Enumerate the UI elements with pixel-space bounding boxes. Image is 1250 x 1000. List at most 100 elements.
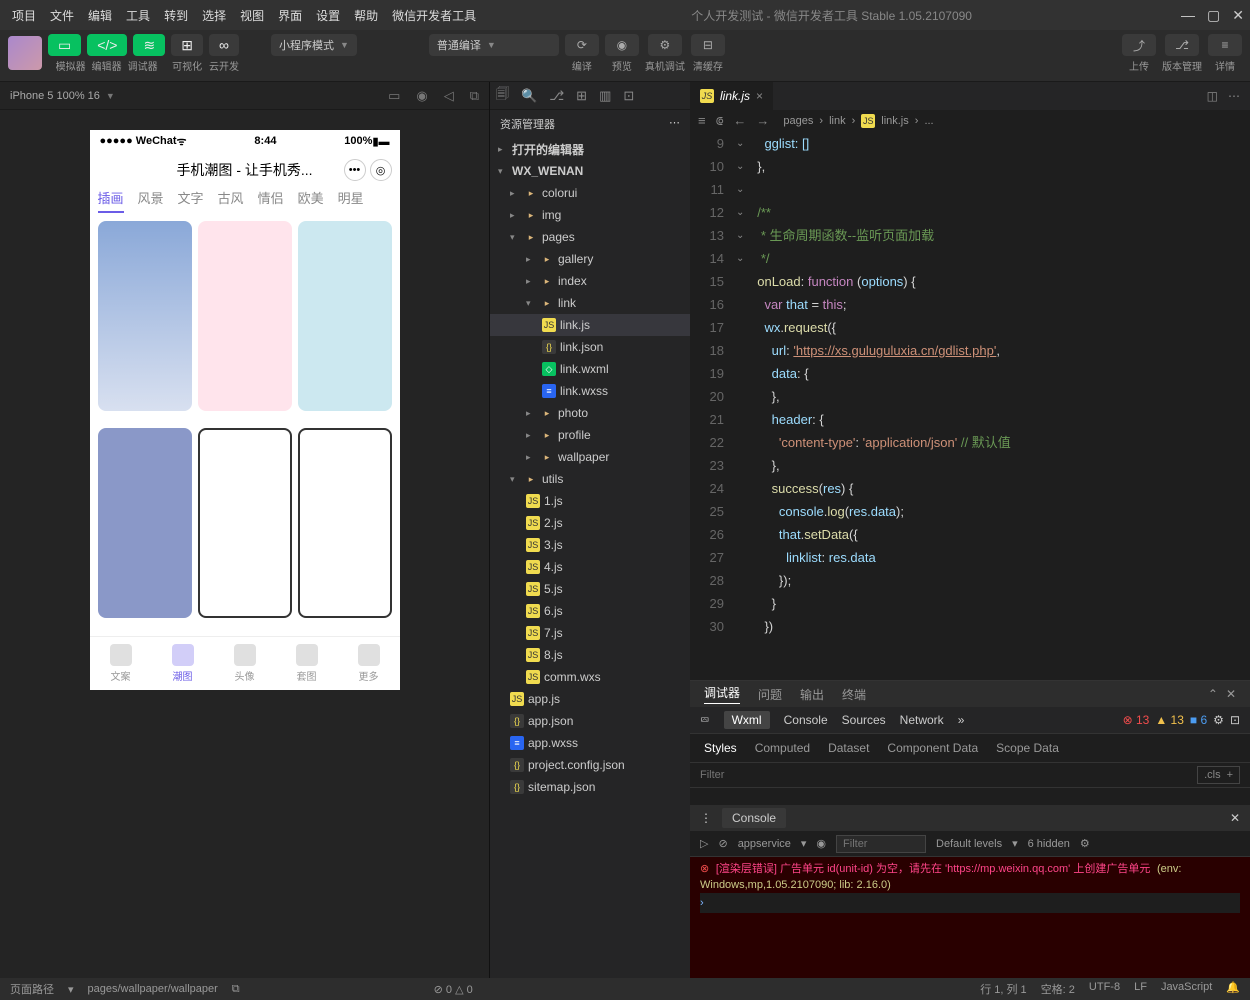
tab-compdata[interactable]: Component Data	[887, 741, 978, 755]
editor-tab-linkjs[interactable]: JSlink.js×	[690, 82, 773, 110]
wallpaper-thumb[interactable]	[298, 221, 392, 411]
tab-star[interactable]: 明星	[338, 188, 364, 213]
file-sitemap-json[interactable]: {}sitemap.json	[490, 776, 690, 798]
menu-edit[interactable]: 编辑	[82, 3, 118, 28]
eol[interactable]: LF	[1134, 981, 1147, 997]
file-link-json[interactable]: {}link.json	[490, 336, 690, 358]
crumb[interactable]: ...	[924, 115, 933, 127]
editor-button[interactable]: </>	[87, 34, 127, 56]
screenshot-icon[interactable]: ⧉	[470, 88, 479, 104]
device-icon[interactable]: ▭	[388, 88, 400, 104]
device-dropdown[interactable]: iPhone 5 100% 16	[10, 90, 100, 102]
wallpaper-thumb[interactable]	[98, 221, 192, 411]
file-util[interactable]: JS7.js	[490, 622, 690, 644]
page-path-label[interactable]: 页面路径	[10, 981, 54, 997]
bookmark-icon[interactable]: ⟃	[716, 113, 724, 129]
folder-link[interactable]: ▾▸link	[490, 292, 690, 314]
more-icon[interactable]: ⋯	[1228, 89, 1240, 103]
folder-wallpaper[interactable]: ▸▸wallpaper	[490, 446, 690, 468]
version-button[interactable]: ⎇	[1165, 34, 1199, 56]
tab-terminal[interactable]: 终端	[842, 686, 866, 703]
file-link-wxss[interactable]: ≡link.wxss	[490, 380, 690, 402]
code-area[interactable]: 9101112131415161718192021222324252627282…	[690, 132, 1250, 680]
files-icon[interactable]: 🗐	[496, 85, 509, 107]
tab-problems[interactable]: 问题	[758, 686, 782, 703]
select-icon[interactable]: ⮹	[700, 713, 710, 728]
console-tab[interactable]: Console	[722, 808, 786, 828]
split-icon[interactable]: ◫	[1207, 89, 1218, 103]
wallpaper-thumb[interactable]	[298, 428, 392, 618]
avatar[interactable]	[8, 36, 42, 70]
file-link-js[interactable]: JSlink.js	[490, 314, 690, 336]
menu-project[interactable]: 项目	[6, 3, 42, 28]
file-util[interactable]: JS4.js	[490, 556, 690, 578]
fwd-icon[interactable]: →	[756, 113, 769, 129]
eye-icon[interactable]: ◉	[816, 837, 826, 850]
folder-photo[interactable]: ▸▸photo	[490, 402, 690, 424]
encoding[interactable]: UTF-8	[1089, 981, 1120, 997]
folder-img[interactable]: ▸▸img	[490, 204, 690, 226]
copy-icon[interactable]: ⧉	[232, 983, 240, 996]
section-open-editors[interactable]: ▸打开的编辑器	[490, 138, 690, 160]
crumb[interactable]: link.js	[881, 115, 909, 127]
record-icon[interactable]: ◉	[416, 88, 427, 104]
tab-text[interactable]: 文字	[178, 188, 204, 213]
db-icon[interactable]: ▥	[599, 88, 611, 104]
hidden-count[interactable]: 6 hidden	[1028, 838, 1070, 850]
detail-button[interactable]: ≡	[1208, 34, 1242, 56]
dock-icon[interactable]: ⊡	[1230, 713, 1240, 727]
crumb[interactable]: link	[829, 115, 846, 127]
folder-pages[interactable]: ▾▸pages	[490, 226, 690, 248]
context-dropdown[interactable]: appservice	[738, 838, 791, 850]
folder-profile[interactable]: ▸▸profile	[490, 424, 690, 446]
file-util[interactable]: JS8.js	[490, 644, 690, 666]
file-app-wxss[interactable]: ≡app.wxss	[490, 732, 690, 754]
capsule-close-icon[interactable]: ◎	[370, 159, 392, 181]
fold-gutter[interactable]: ⌄⌄⌄⌄⌄⌄	[736, 132, 750, 680]
close-icon[interactable]: ✕	[1226, 687, 1236, 701]
extension-icon[interactable]: ⊡	[623, 88, 634, 104]
file-app-js[interactable]: JSapp.js	[490, 688, 690, 710]
tab-scenery[interactable]: 风景	[138, 188, 164, 213]
tab-styles[interactable]: Styles	[704, 741, 737, 755]
menu-settings[interactable]: 设置	[310, 3, 346, 28]
menu-help[interactable]: 帮助	[348, 3, 384, 28]
compile-dropdown[interactable]: 普通编译▼	[429, 34, 559, 56]
crumb[interactable]: pages	[783, 115, 813, 127]
mode-dropdown[interactable]: 小程序模式▼	[271, 34, 357, 56]
file-util[interactable]: JS6.js	[490, 600, 690, 622]
close-icon[interactable]: ✕	[1230, 811, 1240, 825]
compile-button[interactable]: ⟳	[565, 34, 599, 56]
simulator-button[interactable]: ▭	[48, 34, 81, 56]
tabbar-more[interactable]: 更多	[338, 637, 400, 690]
menu-file[interactable]: 文件	[44, 3, 80, 28]
folder-colorui[interactable]: ▸▸colorui	[490, 182, 690, 204]
wallpaper-thumb[interactable]	[98, 428, 192, 618]
tab-illustration[interactable]: 插画	[98, 188, 124, 213]
play-icon[interactable]: ▷	[700, 837, 708, 850]
chevron-up-icon[interactable]: ⌃	[1208, 687, 1218, 701]
menu-select[interactable]: 选择	[196, 3, 232, 28]
search-icon[interactable]: 🔍	[521, 88, 537, 104]
component-icon[interactable]: ⊞	[576, 88, 587, 104]
tab-dataset[interactable]: Dataset	[828, 741, 869, 755]
menu-view[interactable]: 视图	[234, 3, 270, 28]
clearcache-button[interactable]: ⊟	[691, 34, 725, 56]
more-icon[interactable]: ⋮	[700, 811, 712, 825]
tab-scopedata[interactable]: Scope Data	[996, 741, 1059, 755]
tab-computed[interactable]: Computed	[755, 741, 810, 755]
file-util[interactable]: JS3.js	[490, 534, 690, 556]
close-icon[interactable]: ✕	[1232, 7, 1244, 24]
file-util[interactable]: JS1.js	[490, 490, 690, 512]
source-code[interactable]: gglist: [] }, /** * 生命周期函数--监听页面加载 */ on…	[750, 132, 1250, 680]
minimize-icon[interactable]: —	[1181, 7, 1195, 24]
visual-button[interactable]: ⊞	[171, 34, 203, 56]
file-util[interactable]: JS2.js	[490, 512, 690, 534]
debugger-button[interactable]: ≋	[133, 34, 165, 56]
plus-icon[interactable]: +	[1227, 769, 1233, 781]
folder-gallery[interactable]: ▸▸gallery	[490, 248, 690, 270]
file-util[interactable]: JS5.js	[490, 578, 690, 600]
gear-icon[interactable]: ⚙	[1080, 837, 1090, 850]
menu-goto[interactable]: 转到	[158, 3, 194, 28]
menu-wxtools[interactable]: 微信开发者工具	[386, 3, 482, 28]
